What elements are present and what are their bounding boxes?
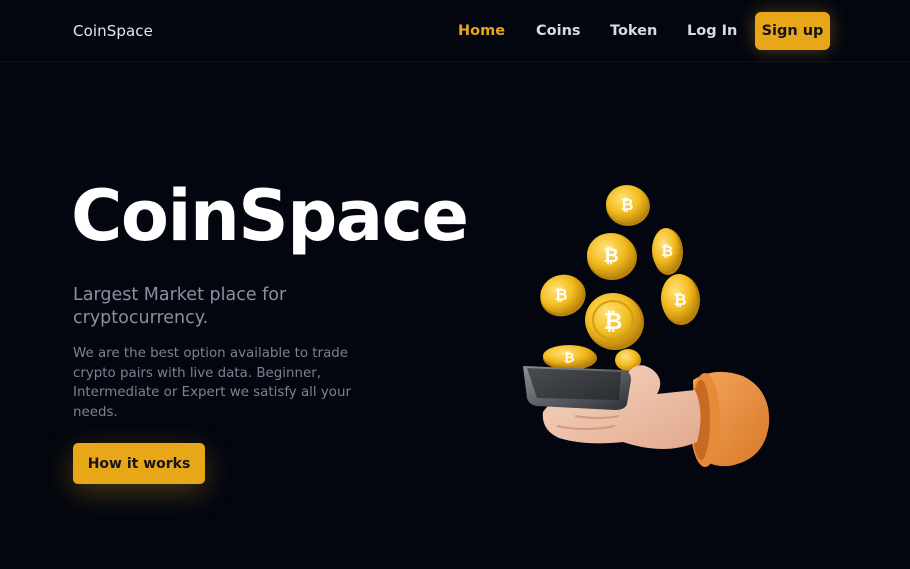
nav-link-coins[interactable]: Coins [536, 23, 581, 39]
svg-text:₿: ₿ [603, 245, 618, 267]
nav-link-home[interactable]: Home [458, 23, 505, 39]
svg-text:₿: ₿ [661, 242, 673, 260]
svg-text:₿: ₿ [620, 195, 633, 214]
bitcoin-coin-icon: ₿ [606, 185, 650, 226]
how-it-works-button[interactable]: How it works [73, 443, 205, 484]
hand-holding-phone-with-bitcoins-icon: ₿ ₿ ₿ ₿ ₿ ₿ ₿ [515, 180, 780, 475]
svg-text:₿: ₿ [554, 285, 567, 304]
svg-text:₿: ₿ [673, 290, 686, 309]
svg-text:₿: ₿ [604, 309, 623, 335]
navbar: CoinSpace Home Coins Token Log In Sign u… [0, 0, 910, 62]
hero-description: We are the best option available to trad… [73, 346, 351, 420]
signup-button[interactable]: Sign up [755, 12, 830, 50]
hero-title: CoinSpace [71, 175, 469, 257]
hero-subtitle: Largest Market place for cryptocurrency. [73, 285, 287, 328]
nav-link-login[interactable]: Log In [687, 23, 737, 39]
brand-logo[interactable]: CoinSpace [73, 22, 153, 40]
svg-text:₿: ₿ [564, 351, 575, 366]
nav-link-token[interactable]: Token [610, 23, 657, 39]
